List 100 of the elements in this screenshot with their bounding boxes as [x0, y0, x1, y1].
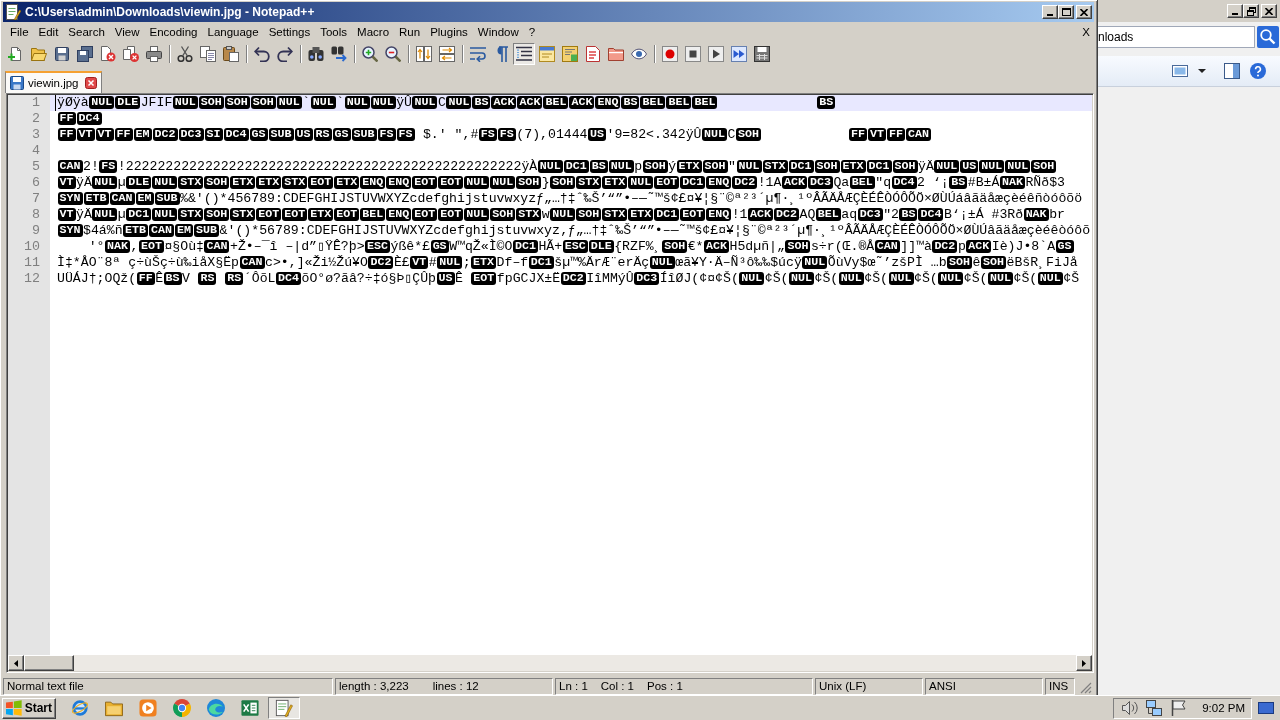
scrollbar-thumb[interactable]	[24, 655, 74, 671]
control-char: NUL	[888, 272, 914, 285]
speaker-icon[interactable]	[1122, 700, 1139, 716]
control-char: SYN	[57, 224, 83, 237]
stop-icon[interactable]	[685, 46, 701, 62]
control-char: EM	[175, 224, 194, 237]
menu-item[interactable]: Macro	[352, 24, 395, 41]
binoculars-icon[interactable]	[308, 46, 324, 62]
maximize-button[interactable]	[1058, 5, 1074, 19]
search-icon[interactable]	[1257, 26, 1279, 48]
control-char: SUB	[194, 224, 220, 237]
panel-icon[interactable]	[539, 46, 555, 62]
zoom-out-icon[interactable]	[385, 46, 401, 62]
network-icon[interactable]	[1146, 700, 1163, 716]
save-icon[interactable]	[54, 46, 70, 62]
copy-icon[interactable]	[200, 46, 216, 62]
view-icon[interactable]	[1172, 63, 1188, 79]
menu-item[interactable]: View	[109, 24, 145, 41]
play-icon[interactable]	[708, 46, 724, 62]
close-all-icon[interactable]	[123, 46, 139, 62]
control-char: DC2	[732, 176, 758, 189]
control-char: CAN	[149, 224, 175, 237]
save-macro-icon[interactable]	[754, 46, 770, 62]
folder-icon[interactable]	[31, 46, 47, 62]
menu-item[interactable]: Run	[394, 24, 426, 41]
line-number: 7	[31, 191, 40, 207]
code-text: šµ™%ÄrÆ¨erÄç	[554, 255, 650, 270]
sync-vertical-icon[interactable]	[416, 46, 432, 62]
horizontal-scrollbar[interactable]	[8, 655, 1092, 671]
pane-icon[interactable]	[1224, 63, 1240, 79]
control-char: SOH	[490, 208, 516, 221]
menu-item[interactable]: Settings	[263, 24, 316, 41]
control-char: BS	[472, 96, 491, 109]
word-wrap-icon[interactable]	[470, 46, 486, 62]
close-button[interactable]: X	[1077, 24, 1094, 41]
record-icon[interactable]	[662, 46, 678, 62]
spreadsheet-icon[interactable]	[241, 699, 259, 717]
scroll-left-button[interactable]	[8, 655, 24, 671]
file-tab[interactable]: viewin.jpg	[5, 71, 102, 93]
code-text: B‘¡±Á #3Rð	[944, 207, 1024, 222]
code-text: V	[182, 271, 191, 286]
menu-item[interactable]: Window	[472, 24, 524, 41]
restore-button[interactable]	[1243, 4, 1259, 18]
cut-icon[interactable]	[177, 46, 193, 62]
control-char: BEL	[815, 208, 841, 221]
control-char: BEL	[360, 208, 386, 221]
close-file-icon[interactable]	[100, 46, 116, 62]
start-button[interactable]: Start	[2, 697, 56, 719]
zoom-in-icon[interactable]	[362, 46, 378, 62]
control-char: CAN	[109, 192, 135, 205]
floppy-icon	[10, 76, 24, 90]
wheel-icon[interactable]	[173, 699, 191, 717]
save-all-icon[interactable]	[77, 46, 93, 62]
line-number: 8	[31, 207, 40, 223]
text-field[interactable]: nloads	[1098, 26, 1255, 48]
control-char: US	[436, 272, 455, 285]
control-char: DC3	[857, 208, 883, 221]
indent-guide-icon[interactable]	[513, 43, 535, 65]
close-button[interactable]	[1076, 5, 1092, 19]
menu-item[interactable]: Edit	[33, 24, 64, 41]
menu-item[interactable]: Language	[202, 24, 264, 41]
notepad-icon[interactable]	[268, 697, 300, 719]
help-icon[interactable]	[1250, 63, 1266, 79]
scroll-right-button[interactable]	[1076, 655, 1092, 671]
close-icon[interactable]	[84, 77, 97, 89]
control-char: NUL	[702, 128, 727, 141]
menu-item[interactable]: Search	[63, 24, 110, 41]
control-char: RS	[225, 272, 244, 285]
control-char: SUB	[154, 192, 180, 205]
redo-icon[interactable]	[277, 46, 293, 62]
replace-icon[interactable]	[331, 46, 347, 62]
paste-icon[interactable]	[223, 46, 239, 62]
menu-item[interactable]: ?	[523, 24, 541, 41]
minimize-button[interactable]	[1227, 4, 1243, 18]
fast-forward-icon[interactable]	[731, 46, 747, 62]
folder-icon[interactable]	[608, 46, 624, 62]
menu-item[interactable]: Tools	[315, 24, 353, 41]
control-char: BS	[949, 176, 968, 189]
new-file-icon[interactable]	[8, 46, 24, 62]
print-icon[interactable]	[146, 46, 162, 62]
menu-item[interactable]: File	[5, 24, 34, 41]
close-button[interactable]	[1261, 4, 1277, 18]
flag-icon[interactable]	[1170, 700, 1187, 716]
resize-grip-icon[interactable]	[1080, 682, 1092, 694]
caret-icon[interactable]	[1198, 69, 1206, 73]
code-text: '9=82<.342ÿÛ	[606, 127, 702, 142]
code-text: s÷r(Œ.®Å	[810, 239, 875, 254]
control-char: GS	[430, 240, 449, 253]
control-char: US	[294, 128, 313, 141]
undo-icon[interactable]	[254, 46, 270, 62]
function-list-icon[interactable]	[585, 46, 601, 62]
eye-icon[interactable]	[631, 46, 647, 62]
folder-icon[interactable]	[105, 699, 123, 717]
map-icon[interactable]	[562, 46, 578, 62]
clock[interactable]: 9:02 PM	[1202, 702, 1245, 714]
globe-icon[interactable]	[71, 699, 89, 717]
menu-item[interactable]: Plugins	[425, 24, 473, 41]
minimize-button[interactable]	[1042, 5, 1058, 19]
sync-horizontal-icon[interactable]	[439, 46, 455, 62]
menu-item[interactable]: Encoding	[144, 24, 203, 41]
